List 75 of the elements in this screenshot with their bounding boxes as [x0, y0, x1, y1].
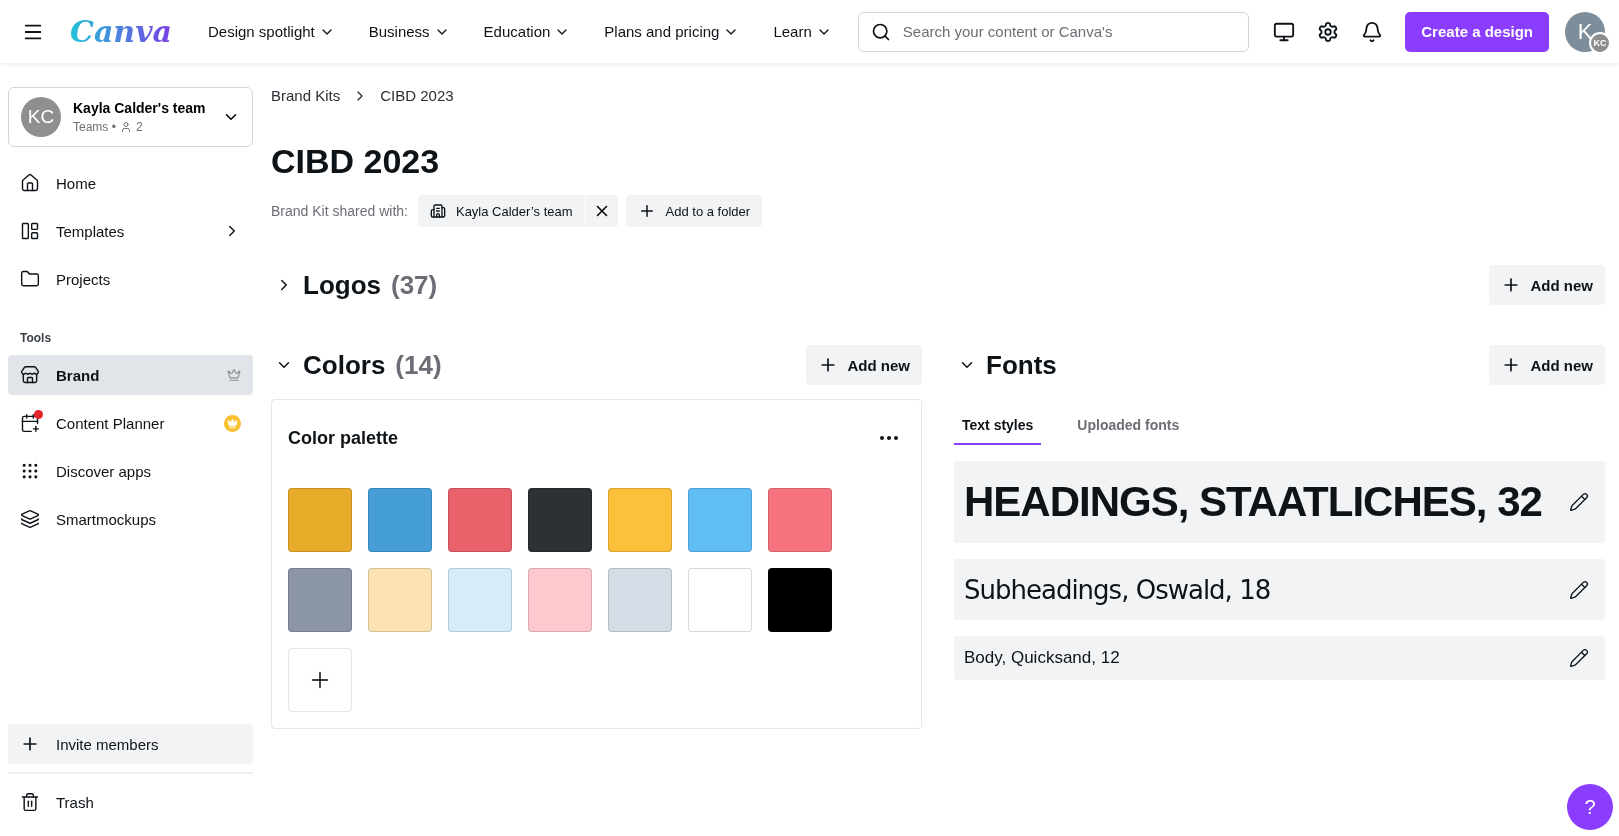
color-swatch[interactable] [528, 568, 592, 632]
add-new-button[interactable]: Add new [1488, 345, 1605, 385]
section-label: Tools [20, 331, 53, 345]
color-swatch[interactable] [608, 488, 672, 552]
breadcrumb-link[interactable]: CIBD 2023 [380, 87, 454, 104]
search-icon [870, 21, 891, 42]
nav-menu-item[interactable]: Business [360, 17, 458, 46]
person-icon [119, 121, 132, 133]
color-swatch[interactable] [288, 488, 352, 552]
sidebar-item[interactable]: Home [8, 163, 253, 203]
help-button[interactable]: ? [1567, 784, 1613, 830]
color-swatch[interactable] [368, 488, 432, 552]
color-swatch[interactable] [288, 568, 352, 632]
section-title: Colors [303, 349, 386, 381]
color-swatch[interactable] [688, 568, 752, 632]
section-title: Logos [303, 269, 381, 301]
page-title: CIBD 2023 [271, 142, 441, 181]
color-swatch[interactable] [768, 488, 832, 552]
add-to-folder-button[interactable]: Add to a folder [625, 195, 763, 227]
invite-members-button[interactable]: Invite members [8, 724, 253, 764]
color-swatch[interactable] [448, 488, 512, 552]
tab[interactable]: Text styles [954, 409, 1042, 445]
member-count: 2 [135, 120, 143, 134]
sidebar-item[interactable]: Discover apps [8, 451, 253, 491]
color-swatch[interactable] [608, 568, 672, 632]
storefront-icon [20, 365, 40, 385]
text-style-sample: Body, Quicksand, 12 [964, 648, 1120, 668]
palette-title: Color palette [288, 427, 398, 449]
team-plan: Teams • [73, 120, 116, 134]
search-bar[interactable]: Search your content or Canva's [857, 11, 1250, 52]
text-style-row[interactable]: HEADINGS, STAATLICHES, 32 [954, 461, 1605, 543]
team-name: Kayla Calder's team [73, 100, 207, 116]
section-toggle[interactable]: Fonts [954, 349, 1061, 381]
create-design-button[interactable]: Create a design [1405, 11, 1549, 52]
nav-menu-item[interactable]: Education [475, 17, 579, 46]
house-icon [20, 173, 40, 193]
team-switcher[interactable]: KC Kayla Calder's team Teams • 2 [8, 87, 253, 147]
text-style-row[interactable]: Subheadings, Oswald, 18 [954, 559, 1605, 620]
color-swatch[interactable] [528, 488, 592, 552]
sidebar-item[interactable]: Templates [8, 211, 253, 251]
trash-icon [20, 792, 40, 812]
color-swatch[interactable] [768, 568, 832, 632]
sidebar-item[interactable]: Brand [8, 355, 253, 395]
calendar-icon [20, 413, 40, 433]
nav-menu-item[interactable]: Learn [765, 17, 840, 46]
nav-menu-item[interactable]: Plans and pricing [596, 17, 748, 46]
add-color-button[interactable] [288, 648, 352, 712]
add-new-button[interactable]: Add new [805, 345, 922, 385]
nav-menu-item[interactable]: Design spotlight [200, 17, 343, 46]
shared-with-label: Brand Kit shared with: [271, 203, 408, 219]
sidebar-item[interactable]: Projects [8, 259, 253, 299]
color-swatch[interactable] [368, 568, 432, 632]
building-icon [429, 203, 446, 219]
layout-icon [20, 221, 40, 241]
section-toggle[interactable]: Colors (14) [271, 349, 446, 381]
layers-icon [20, 509, 40, 529]
tab[interactable]: Uploaded fonts [1069, 409, 1188, 445]
breadcrumb-link[interactable]: Brand Kits [271, 87, 341, 104]
folder-icon [20, 269, 40, 289]
sidebar-item[interactable]: Content Planner [8, 403, 253, 443]
section-toggle[interactable]: Logos (37) [271, 269, 442, 301]
sidebar-item[interactable]: Smartmockups [8, 499, 253, 539]
text-style-row[interactable]: Body, Quicksand, 12 [954, 636, 1605, 680]
add-new-button[interactable]: Add new [1488, 265, 1605, 305]
team-avatar: KC [21, 97, 61, 137]
chip-label: Kayla Calder’s team [455, 203, 573, 219]
color-swatch[interactable] [688, 488, 752, 552]
sidebar-item[interactable]: Trash [8, 782, 253, 822]
section-title: Fonts [986, 349, 1057, 381]
item-count: (37) [391, 269, 438, 301]
text-style-sample: Subheadings, Oswald, 18 [964, 574, 1271, 605]
item-count: (14) [395, 349, 442, 381]
color-swatch[interactable] [448, 568, 512, 632]
grid-icon [20, 461, 40, 481]
text-style-sample: HEADINGS, STAATLICHES, 32 [964, 478, 1542, 526]
